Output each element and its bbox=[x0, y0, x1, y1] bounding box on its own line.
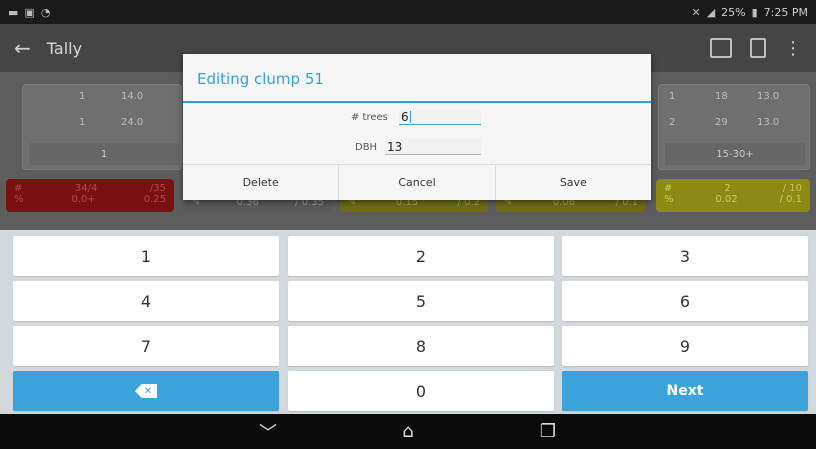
right-panel-row-1-index: 1 bbox=[669, 91, 676, 102]
status-bar: ▬ ▣ ◔ ✕ ◢ 25% ▮ 7:25 PM bbox=[0, 0, 816, 24]
cancel-button[interactable]: Cancel bbox=[339, 165, 496, 200]
left-panel-row-2-value: 24.0 bbox=[121, 117, 144, 128]
numeric-keypad: 1 2 3 4 5 6 7 8 9 ✕ 0 Next bbox=[0, 230, 816, 414]
strip-target: 0.25 bbox=[143, 194, 166, 205]
strip-symbol: % bbox=[664, 194, 674, 205]
status-strip[interactable]: # 34/4 /35 % 0.0+ 0.25 bbox=[6, 179, 174, 212]
minus-icon: ▬ bbox=[8, 5, 19, 19]
save-button[interactable]: Save bbox=[496, 165, 651, 200]
strip-value: 2 bbox=[724, 183, 731, 194]
clipboard-icon[interactable] bbox=[750, 38, 766, 58]
overflow-menu-icon[interactable]: ⋮ bbox=[784, 38, 802, 59]
strip-line: % 0.02 / 0.1 bbox=[664, 194, 802, 205]
key-5[interactable]: 5 bbox=[288, 281, 554, 321]
strip-line: # 2 / 10 bbox=[664, 183, 802, 194]
back-chevron-icon[interactable]: ﹀ bbox=[253, 420, 283, 444]
next-key[interactable]: Next bbox=[562, 371, 808, 411]
backspace-icon: ✕ bbox=[135, 384, 157, 398]
key-3[interactable]: 3 bbox=[562, 236, 808, 276]
right-species-panel[interactable]: 1 18 13.0 2 29 13.0 15-30+ bbox=[658, 84, 810, 170]
left-panel-row-2-count: 1 bbox=[79, 117, 86, 128]
strip-target: / 0.1 bbox=[779, 194, 802, 205]
strip-symbol: # bbox=[14, 183, 23, 194]
strip-value: 0.02 bbox=[715, 194, 738, 205]
status-strip[interactable]: # 2 / 10 % 0.02 / 0.1 bbox=[656, 179, 810, 212]
app-bar-actions: ⋮ bbox=[710, 38, 802, 59]
key-7[interactable]: 7 bbox=[13, 326, 279, 366]
status-bar-left: ▬ ▣ ◔ bbox=[8, 6, 50, 19]
dialog-button-bar: Delete Cancel Save bbox=[183, 164, 651, 200]
key-8[interactable]: 8 bbox=[288, 326, 554, 366]
delete-button[interactable]: Delete bbox=[183, 165, 340, 200]
left-panel-row-1-value: 14.0 bbox=[121, 91, 144, 102]
battery-percent: 25% bbox=[721, 5, 746, 19]
left-panel-row-1-count: 1 bbox=[79, 91, 86, 102]
app-title: Tally bbox=[46, 38, 83, 58]
left-panel-footer: 1 bbox=[29, 143, 179, 165]
right-panel-row-2-index: 2 bbox=[669, 117, 676, 128]
key-9[interactable]: 9 bbox=[562, 326, 808, 366]
dbh-input[interactable]: 13 bbox=[385, 139, 481, 155]
key-2[interactable]: 2 bbox=[288, 236, 554, 276]
key-6[interactable]: 6 bbox=[562, 281, 808, 321]
strip-target: / 10 bbox=[782, 183, 802, 194]
dbh-input-value: 13 bbox=[387, 139, 403, 154]
key-4[interactable]: 4 bbox=[13, 281, 279, 321]
recents-icon[interactable]: ❐ bbox=[533, 420, 563, 444]
mute-icon: ✕ bbox=[691, 5, 701, 19]
strip-symbol: # bbox=[664, 183, 673, 194]
right-panel-row-1-count: 18 bbox=[715, 91, 728, 102]
strip-target: /35 bbox=[149, 183, 166, 194]
strip-line: % 0.0+ 0.25 bbox=[14, 194, 166, 205]
left-species-panel[interactable]: 1 14.0 1 24.0 1 bbox=[22, 84, 182, 170]
backspace-key[interactable]: ✕ bbox=[13, 371, 279, 411]
battery-icon: ▮ bbox=[751, 5, 758, 19]
trees-input-value: 6 bbox=[401, 109, 409, 124]
text-caret bbox=[409, 110, 411, 123]
trees-label: # trees bbox=[351, 112, 388, 123]
map-icon[interactable] bbox=[710, 38, 732, 58]
right-panel-footer: 15-30+ bbox=[665, 143, 805, 165]
strip-line: # 34/4 /35 bbox=[14, 183, 166, 194]
status-bar-right: ✕ ◢ 25% ▮ 7:25 PM bbox=[691, 6, 808, 19]
right-panel-row-2-value: 13.0 bbox=[757, 117, 780, 128]
key-0[interactable]: 0 bbox=[288, 371, 554, 411]
strip-value: 0.0+ bbox=[71, 194, 96, 205]
dialog-title-divider bbox=[183, 101, 651, 103]
clock: 7:25 PM bbox=[763, 5, 808, 19]
signal-icon: ◢ bbox=[706, 5, 716, 19]
system-nav-bar: ﹀ ⌂ ❐ bbox=[0, 414, 816, 449]
right-panel-row-2-count: 29 bbox=[715, 117, 728, 128]
key-1[interactable]: 1 bbox=[13, 236, 279, 276]
strip-value: 34/4 bbox=[74, 183, 98, 194]
strip-symbol: % bbox=[14, 194, 24, 205]
image-icon: ▣ bbox=[24, 5, 35, 19]
dbh-label: DBH bbox=[355, 142, 378, 153]
home-icon[interactable]: ⌂ bbox=[393, 420, 423, 444]
wifi-icon: ◔ bbox=[40, 5, 51, 19]
edit-clump-dialog: Editing clump 51 # trees 6 DBH 13 Delete… bbox=[183, 54, 651, 200]
back-arrow-icon[interactable]: ← bbox=[14, 36, 31, 60]
trees-input[interactable]: 6 bbox=[399, 109, 481, 125]
right-panel-row-1-value: 13.0 bbox=[757, 91, 780, 102]
dialog-title: Editing clump 51 bbox=[197, 70, 324, 88]
